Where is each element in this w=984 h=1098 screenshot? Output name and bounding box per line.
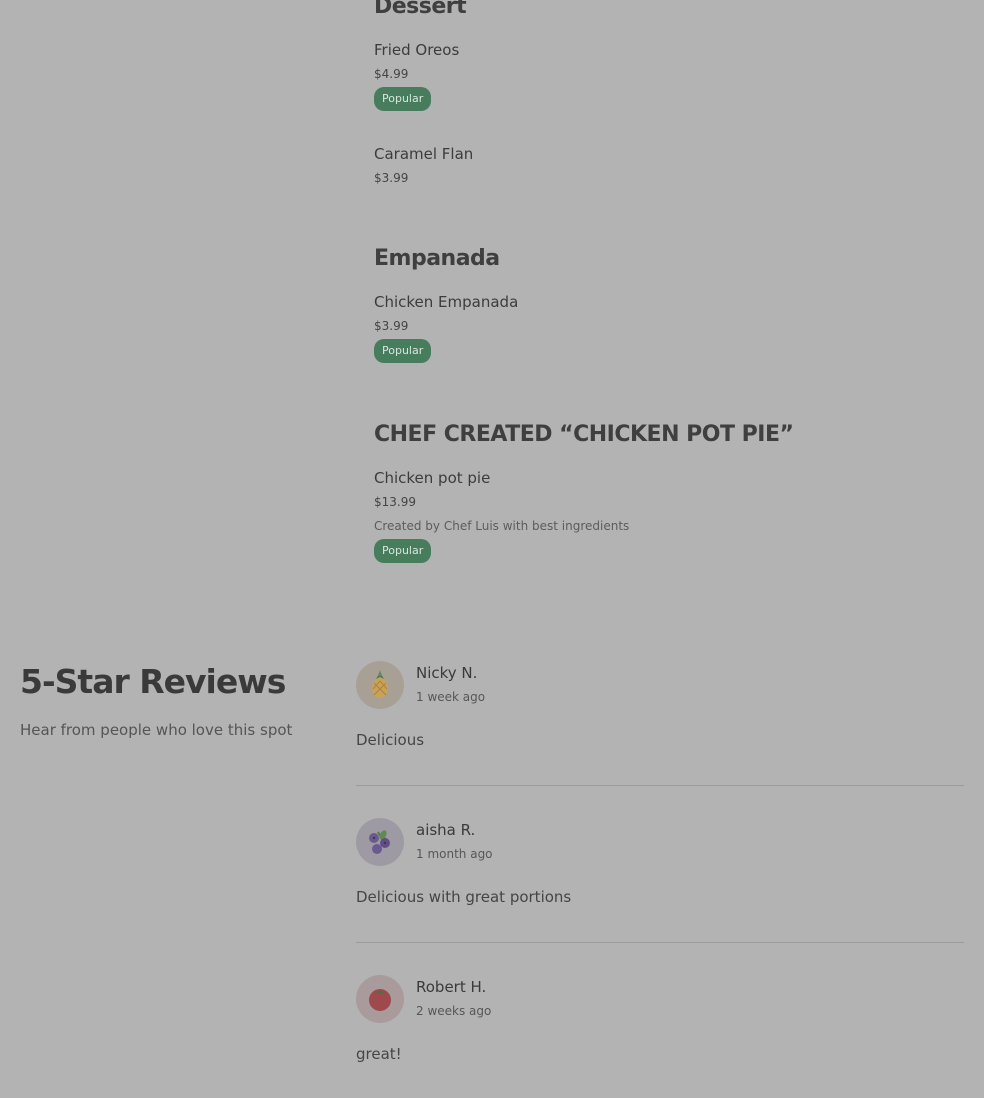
divider [356,785,964,786]
item-price: $3.99 [374,171,409,185]
item-name: Fried Oreos [374,41,460,59]
popular-badge: Popular [374,539,432,563]
item-name: Chicken Empanada [374,293,519,311]
menu-item[interactable]: Chicken Empanada $3.99 Popular [374,293,518,363]
item-name: Caramel Flan [374,145,474,163]
section-title: Empanada [374,246,500,271]
reviews-header: 5-Star Reviews Hear from people who love… [20,660,292,739]
reviewer-name: aisha R. [416,821,476,839]
reviewer-name: Nicky N. [416,664,478,682]
review-text: great! [356,1045,402,1063]
avatar [356,975,404,1023]
reviews-subtitle: Hear from people who love this spot [20,721,293,739]
blueberries-icon [369,830,390,854]
avatar [356,661,404,709]
item-price: $4.99 [374,67,409,81]
section-title: CHEF CREATED “CHICKEN POT PIE” [374,422,794,447]
pineapple-icon [372,670,388,698]
reviewer-name: Robert H. [416,978,487,996]
review-text: Delicious with great portions [356,888,572,906]
review-time: 2 weeks ago [416,1004,492,1018]
review-time: 1 month ago [416,847,493,861]
reviews-title: 5-Star Reviews [20,662,286,701]
review-time: 1 week ago [416,690,486,704]
divider [356,942,964,943]
menu-item[interactable]: Fried Oreos $4.99 Popular [374,41,459,111]
tomato-icon [369,989,391,1011]
avatar [356,818,404,866]
menu-section-chef-created: CHEF CREATED “CHICKEN POT PIE” [374,422,794,448]
popular-badge: Popular [374,87,432,111]
section-title: Dessert [374,0,467,19]
popular-badge: Popular [374,339,432,363]
item-description: Created by Chef Luis with best ingredien… [374,519,630,533]
menu-item[interactable]: Caramel Flan $3.99 [374,145,473,185]
menu-section-empanada: Empanada [374,246,500,272]
review-text: Delicious [356,731,425,749]
item-price: $13.99 [374,495,416,509]
item-price: $3.99 [374,319,409,333]
menu-section-dessert: Dessert [374,0,467,20]
item-name: Chicken pot pie [374,469,491,487]
menu-item[interactable]: Chicken pot pie $13.99 Created by Chef L… [374,469,629,563]
